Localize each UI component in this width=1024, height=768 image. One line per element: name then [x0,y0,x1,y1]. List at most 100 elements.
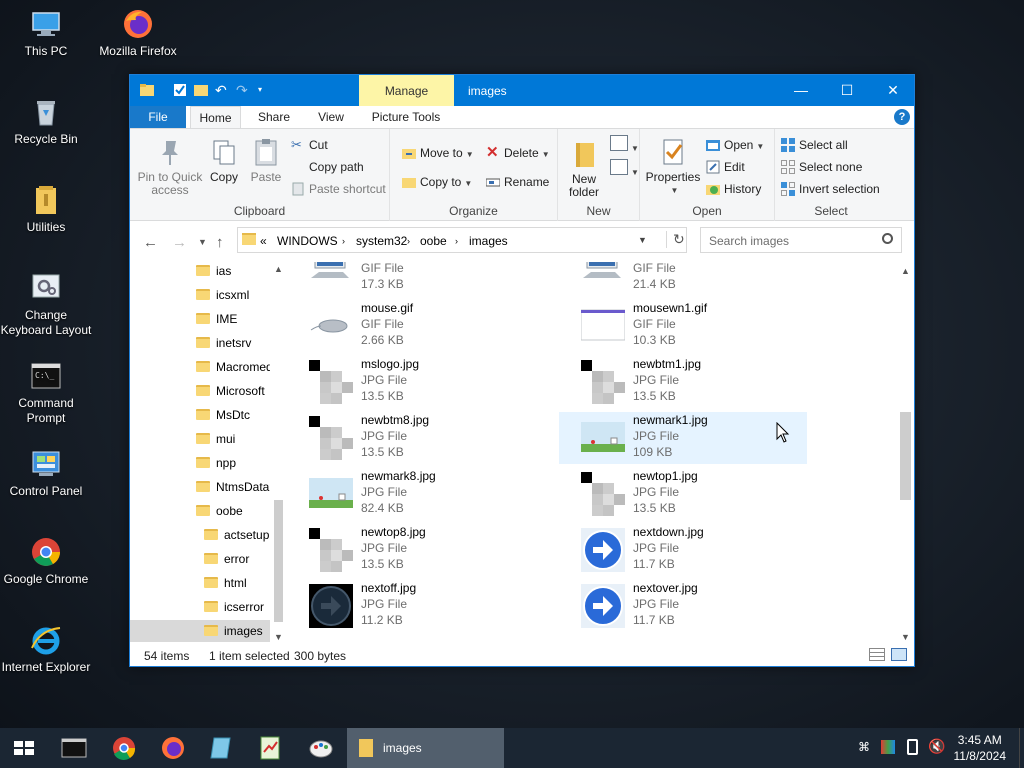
taskbar-firefox[interactable] [157,732,189,764]
recent-locations-icon[interactable]: ▼ [198,237,207,247]
large-icons-view-icon[interactable] [891,648,907,661]
close-button[interactable]: ✕ [870,75,916,106]
copy-path-button[interactable]: Copy path [291,159,364,175]
file-item[interactable]: nextdown.jpg JPG File 11.7 KB [559,524,807,576]
navigation-scrollbar[interactable]: ▲ ▼ [270,262,287,644]
file-item[interactable]: newbtm1.jpg JPG File 13.5 KB [559,356,807,408]
tree-item[interactable]: IME [130,308,270,330]
details-view-icon[interactable] [869,648,885,661]
tree-item[interactable]: NtmsData [130,476,270,498]
tree-item[interactable]: actsetup [130,524,270,546]
desktop-icon-command-prompt[interactable]: C:\_ Command Prompt [0,360,92,426]
copy-button[interactable]: Copy [206,137,242,184]
desktop-icon-control-panel[interactable]: Control Panel [0,448,92,499]
breadcrumb-oobe[interactable]: oobe [420,234,447,248]
desktop-icon-utilities[interactable]: Utilities [0,184,92,235]
move-to-button[interactable]: Move to ▼ [402,145,474,163]
maximize-button[interactable]: ☐ [824,75,870,106]
file-item[interactable]: newtop1.jpg JPG File 13.5 KB [559,468,807,520]
address-overflow[interactable]: « [260,234,267,248]
tree-item[interactable]: oobe [130,500,270,522]
desktop-icon-recycle-bin[interactable]: Recycle Bin [0,96,92,147]
tab-share[interactable]: Share [249,106,299,128]
file-item[interactable]: newbtm8.jpg JPG File 13.5 KB [287,412,535,464]
navigation-pane[interactable]: ias icsxml IME inetsrv Macromed Microsoft MsDt… [130,262,287,644]
edit-button[interactable]: Edit [706,159,745,175]
tree-item[interactable]: html [130,572,270,594]
desktop-icon-keyboard-layout[interactable]: Change Keyboard Layout [0,272,92,338]
tree-item[interactable]: Macromed [130,356,273,378]
file-item[interactable]: nextoff.jpg JPG File 11.2 KB [287,580,535,632]
network-icon[interactable]: ⌘ [858,740,874,756]
forward-arrow-icon[interactable]: → [172,234,187,251]
taskbar-app[interactable] [254,732,286,764]
file-item[interactable]: newtop8.jpg JPG File 13.5 KB [287,524,535,576]
up-arrow-icon[interactable]: ↑ [216,234,224,251]
properties-button[interactable]: Properties ▼ [644,137,702,197]
redo-icon[interactable]: ↷ [236,83,250,97]
copy-to-button[interactable]: Copy to ▼ [402,174,472,192]
scroll-up-icon[interactable]: ▲ [901,266,910,276]
open-button[interactable]: Open ▼ [706,137,764,155]
tab-home[interactable]: Home [190,106,241,129]
tab-view[interactable]: View [306,106,356,128]
search-input[interactable]: Search images [700,227,902,253]
file-item[interactable]: nextover.jpg JPG File 11.7 KB [559,580,807,632]
clipboard-icon[interactable] [907,739,918,755]
breadcrumb-system32[interactable]: system32 [356,234,407,248]
desktop-icon-this-pc[interactable]: This PC [0,8,92,59]
new-folder-icon[interactable] [194,83,208,97]
properties-icon[interactable] [173,83,187,97]
tab-file[interactable]: File [130,106,186,128]
title-bar[interactable]: ↶ ↷ ▾ Manage images — ☐ ✕ [130,75,914,106]
color-icon[interactable] [881,740,895,754]
cut-button[interactable]: ✂ Cut [291,137,328,153]
paste-shortcut-button[interactable]: Paste shortcut [291,181,386,197]
file-item[interactable]: mousewn1.gif GIF File 10.3 KB [559,300,807,352]
history-button[interactable]: History [706,181,761,197]
tree-item[interactable]: MsDtc [130,404,270,426]
tree-item[interactable]: inetsrv [130,332,270,354]
breadcrumb-images[interactable]: images [469,234,508,248]
file-item[interactable]: monitor.gifGIF File17.3 KB [287,262,535,296]
easy-access-button[interactable]: ▼ [610,159,639,181]
refresh-icon[interactable]: ↻ [666,231,685,248]
tree-item[interactable]: ias [130,262,270,282]
volume-muted-icon[interactable]: 🔇 [928,738,945,755]
file-item[interactable]: mouse.gif GIF File 2.66 KB [287,300,535,352]
help-button[interactable]: ? [894,109,910,125]
taskbar-notepad[interactable] [205,732,237,764]
scroll-down-icon[interactable]: ▼ [901,632,910,642]
pin-to-quick-access-button[interactable]: Pin to Quick access [136,137,204,197]
undo-icon[interactable]: ↶ [215,83,229,97]
scroll-up-icon[interactable]: ▲ [274,264,283,274]
scrollbar-thumb[interactable] [274,500,283,622]
new-folder-button[interactable]: New folder [562,139,606,199]
tab-picture-tools[interactable]: Picture Tools [364,106,448,128]
delete-button[interactable]: ✕ Delete ▼ [486,145,550,163]
tree-item[interactable]: Microsoft [130,380,270,402]
rename-button[interactable]: Rename [485,174,549,190]
file-item[interactable]: newmark1.jpg JPG File 109 KB [559,412,807,464]
back-arrow-icon[interactable]: ← [143,234,158,251]
tree-item[interactable]: icserror [130,596,270,618]
breadcrumb-windows[interactable]: WINDOWS [277,234,338,248]
taskbar-chrome[interactable] [108,732,140,764]
tree-item[interactable]: npp [130,452,270,474]
file-item[interactable]: monitor2.gifGIF File21.4 KB [559,262,807,296]
select-none-button[interactable]: Select none [781,159,862,175]
desktop-icon-internet-explorer[interactable]: Internet Explorer [0,624,92,675]
tree-item[interactable]: icsxml [130,284,270,306]
tree-item[interactable]: error [130,548,270,570]
show-desktop-button[interactable] [1019,728,1024,768]
customize-toolbar-icon[interactable]: ▾ [258,83,272,97]
clock[interactable]: 3:45 AM 11/8/2024 [954,732,1007,764]
scrollbar-thumb[interactable] [900,412,911,500]
invert-selection-button[interactable]: Invert selection [781,181,880,197]
new-item-button[interactable]: ▼ [610,135,639,157]
address-bar[interactable]: « WINDOWS › system32 › oobe › images ▼ ↻ [237,227,687,253]
file-list-scrollbar[interactable]: ▲ ▼ [897,262,914,644]
taskbar-command-prompt[interactable] [58,732,90,764]
file-item[interactable]: mslogo.jpg JPG File 13.5 KB [287,356,535,408]
start-button[interactable] [8,732,40,764]
